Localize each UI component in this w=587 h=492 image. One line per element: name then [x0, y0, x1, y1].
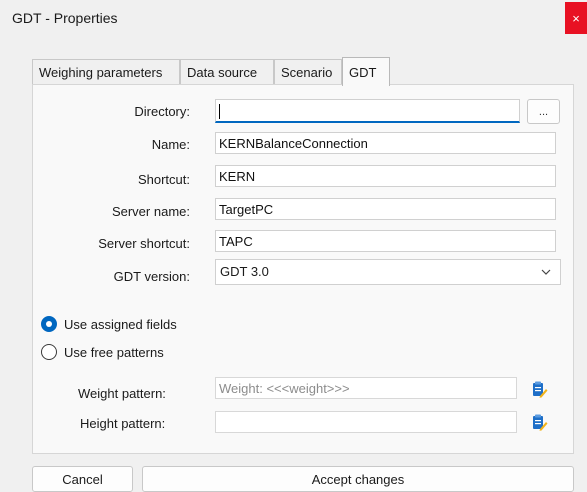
weight-pattern-input[interactable]: Weight: <<<weight>>>	[215, 377, 517, 399]
text-caret	[219, 104, 220, 120]
gdt-version-select[interactable]: GDT 3.0	[215, 259, 561, 285]
title-bar: GDT - Properties ×	[0, 0, 587, 37]
server-name-input[interactable]: TargetPC	[215, 198, 556, 220]
gdt-version-value: GDT 3.0	[220, 264, 269, 279]
cancel-button[interactable]: Cancel	[32, 466, 133, 492]
directory-input[interactable]	[215, 99, 520, 123]
browse-button[interactable]: ...	[527, 99, 560, 124]
ellipsis-icon: ...	[538, 105, 549, 118]
clipboard-edit-icon[interactable]	[530, 380, 548, 398]
server-shortcut-input[interactable]: TAPC	[215, 230, 556, 252]
gdt-version-label: GDT version:	[113, 269, 190, 284]
server-name-label: Server name:	[111, 204, 190, 219]
use-assigned-fields-label[interactable]: Use assigned fields	[64, 317, 177, 332]
name-label: Name:	[151, 137, 190, 152]
directory-label: Directory:	[134, 104, 190, 119]
tab-gdt[interactable]: GDT	[342, 57, 390, 86]
accept-changes-button[interactable]: Accept changes	[142, 466, 574, 492]
chevron-down-icon	[541, 269, 551, 275]
window-title: GDT - Properties	[12, 10, 118, 26]
tab-data-source[interactable]: Data source	[180, 59, 274, 85]
height-pattern-input[interactable]	[215, 411, 517, 433]
tab-weighing-parameters[interactable]: Weighing parameters	[32, 59, 180, 85]
use-free-patterns-radio[interactable]	[41, 344, 57, 360]
height-pattern-label: Height pattern:	[80, 416, 166, 431]
clipboard-edit-icon[interactable]	[530, 413, 548, 431]
close-icon: ×	[572, 10, 580, 26]
use-free-patterns-label[interactable]: Use free patterns	[64, 345, 164, 360]
name-input[interactable]: KERNBalanceConnection	[215, 132, 556, 154]
server-shortcut-label: Server shortcut:	[98, 236, 190, 251]
close-button[interactable]: ×	[565, 2, 587, 34]
weight-pattern-label: Weight pattern:	[78, 386, 166, 401]
use-assigned-fields-radio[interactable]	[41, 316, 57, 332]
shortcut-label: Shortcut:	[137, 172, 190, 187]
tab-scenario[interactable]: Scenario	[274, 59, 342, 85]
shortcut-input[interactable]: KERN	[215, 165, 556, 187]
